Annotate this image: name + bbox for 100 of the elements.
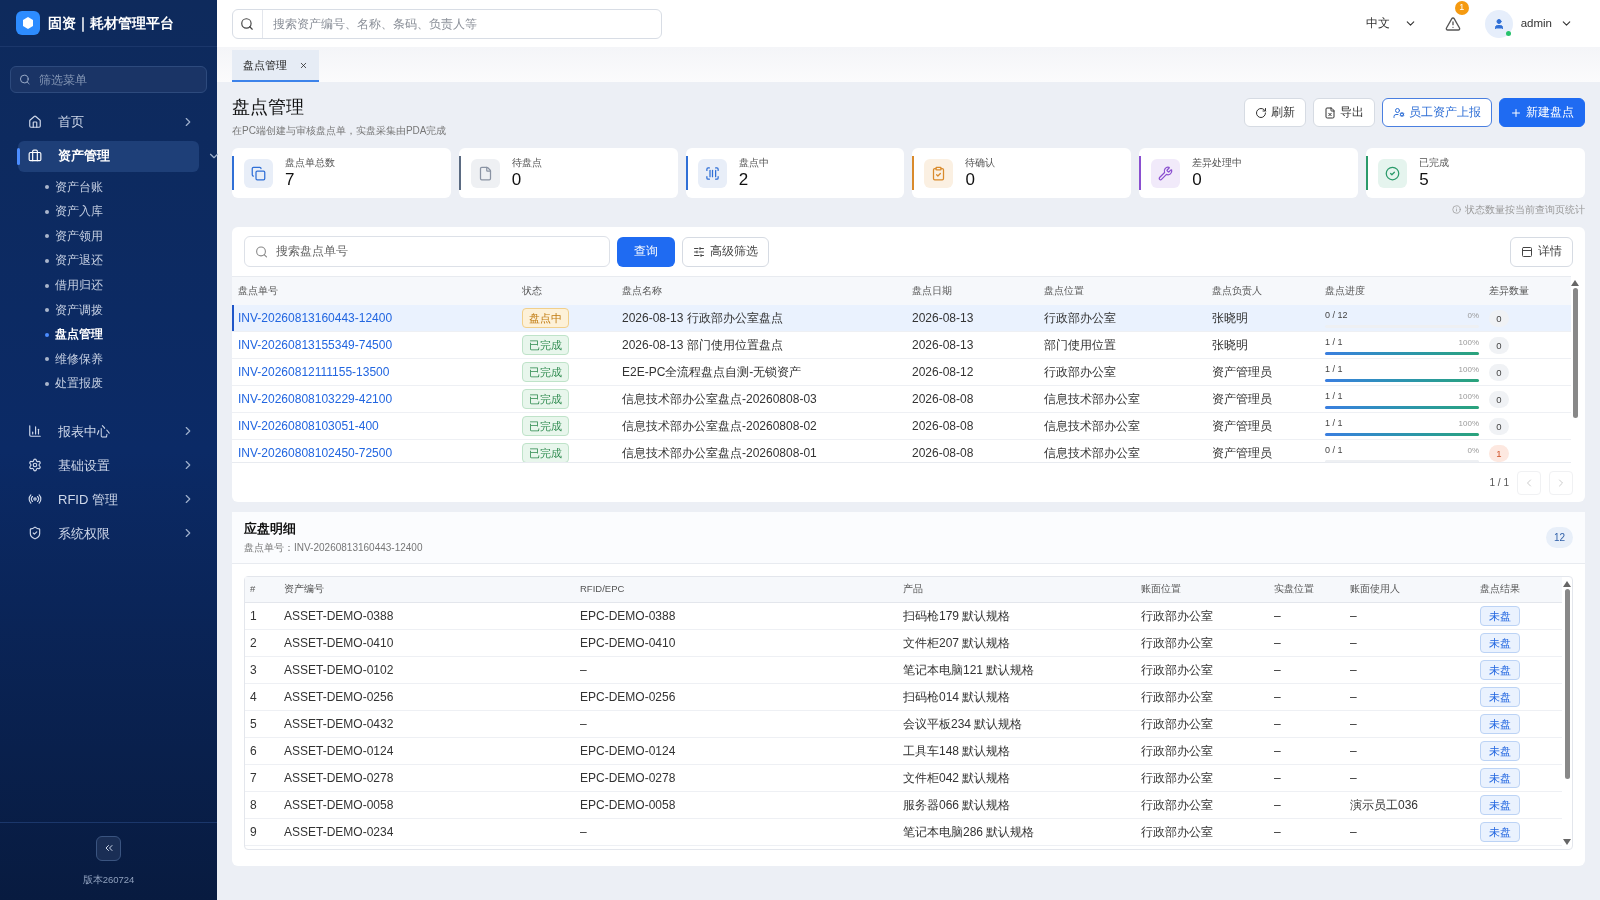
toolbar-button[interactable]: 刷新 <box>1244 98 1306 127</box>
menu-filter-bar[interactable]: 筛选菜单 <box>10 66 207 93</box>
user-icon <box>1492 17 1505 30</box>
refresh-icon <box>1255 106 1267 119</box>
table-cell-text: EPC-DEMO-0256 <box>580 689 677 706</box>
toolbar-button[interactable]: 新建盘点 <box>1499 98 1585 127</box>
table-cell-text: 行政部办公室 <box>1141 689 1214 706</box>
nav-subitem[interactable]: 处置报废 <box>45 371 217 397</box>
clipboard-icon <box>924 158 954 188</box>
collapse-button[interactable] <box>96 835 121 861</box>
table-cell-text: 2026-08-13 <box>912 337 975 354</box>
diff-count: 0 <box>1489 364 1509 382</box>
stat-value: 0 <box>511 170 523 188</box>
table-cell-text: 演示员工036 <box>1350 797 1420 814</box>
order-link[interactable]: INV-20260812111155-13500 <box>238 363 522 381</box>
column-header: 账面使用人 <box>1350 582 1401 597</box>
detail-button[interactable]: 详情 <box>1510 236 1573 267</box>
nav-item[interactable]: 系统权限 <box>18 517 199 549</box>
nav-item[interactable]: RFID 管理 <box>18 483 199 515</box>
table-cell-text: 2026-08-13 行政部办公室盘点 <box>622 310 784 327</box>
result-tag: 未盘 <box>1480 821 1520 843</box>
order-link[interactable]: INV-20260808103051-400 <box>238 417 522 435</box>
order-row[interactable]: INV-20260812111155-13500 已完成 E2E-PC全流程盘点自测-无锁资产 2026-08-12 行政部办公室 资产管理员 1 / 1 100% 0 <box>232 359 1571 386</box>
table-cell-text: 4 <box>250 689 258 706</box>
scroll-up-icon[interactable] <box>1571 280 1579 286</box>
toolbar-button[interactable]: 员工资产上报 <box>1382 98 1492 127</box>
order-link[interactable]: INV-20260808102450-72500 <box>238 444 522 462</box>
nav-subitem[interactable]: 资产台账 <box>45 175 217 200</box>
table-cell-text: ASSET-DEMO-0388 <box>284 608 395 625</box>
progress-percent: 100% <box>1458 363 1479 376</box>
stat-value: 7 <box>285 170 296 188</box>
stat-value: 5 <box>1419 170 1430 188</box>
nav-subitem[interactable]: 资产领用 <box>45 224 217 249</box>
column-header: RFID/EPC <box>580 582 626 597</box>
nav-subitem[interactable]: 借用归还 <box>45 273 217 298</box>
progress-percent: 0% <box>1467 309 1479 322</box>
shield-icon <box>28 526 42 541</box>
user-menu[interactable]: admin <box>1520 14 1573 33</box>
table-cell-text: 资产管理员 <box>1212 391 1273 408</box>
nav-item[interactable]: 基础设置 <box>18 449 199 481</box>
bar-chart-icon <box>28 424 42 439</box>
order-link[interactable]: INV-20260808103229-42100 <box>238 390 522 408</box>
column-header: 盘点进度 <box>1325 283 1366 298</box>
table-cell-text: 2026-08-13 部门使用位置盘点 <box>622 337 784 354</box>
table-cell-text: 7 <box>250 770 258 787</box>
table-cell-text: 行政部办公室 <box>1141 608 1214 625</box>
progress-count: 0 / 1 <box>1325 443 1343 457</box>
order-row[interactable]: INV-20260813155349-74500 已完成 2026-08-13 部门使用位置盘点 2026-08-13 部门使用位置 张晓明 1 / 1 100% 0 <box>232 332 1571 359</box>
nav-item[interactable]: 首页 <box>18 106 199 138</box>
status-tag: 已完成 <box>522 334 569 356</box>
menu-filter-field[interactable]: 筛选菜单 <box>38 70 198 89</box>
order-search-field[interactable]: 搜索盘点单号 <box>276 242 599 261</box>
scroll-up-icon[interactable] <box>1563 581 1571 587</box>
advanced-filter-button[interactable]: 高级筛选 <box>682 236 769 267</box>
query-button[interactable]: 查询 <box>617 236 675 267</box>
stat-label: 差异处理中 <box>1192 158 1243 168</box>
table-cell-text: – <box>580 716 588 733</box>
copy-icon <box>244 158 273 188</box>
user-avatar[interactable] <box>1484 9 1513 38</box>
close-icon[interactable] <box>299 60 308 70</box>
progress-count: 0 / 12 <box>1325 308 1348 322</box>
global-search-bar[interactable]: 搜索资产编号、名称、条码、负责人等 <box>232 8 662 39</box>
toolbar-button[interactable]: 导出 <box>1313 98 1375 127</box>
user-icon <box>1393 106 1405 119</box>
order-link[interactable]: INV-20260813155349-74500 <box>238 336 522 354</box>
order-row[interactable]: INV-20260808102450-72500 已完成 信息技术部办公室盘点-20260808-01 2026-08-08 信息技术部办公室 资产管理员 0 / 1 0% 1 <box>232 440 1571 462</box>
page-tab[interactable]: 盘点管理 <box>232 50 319 82</box>
table-cell-text: EPC-DEMO-0058 <box>580 797 677 814</box>
nav-item[interactable]: 报表中心 <box>18 415 199 447</box>
alert-button[interactable] <box>1444 15 1461 32</box>
column-header: 实盘位置 <box>1274 582 1315 597</box>
order-link[interactable]: INV-20260813160443-12400 <box>238 309 522 327</box>
nav-subitem[interactable]: 资产入库 <box>45 199 217 225</box>
diff-count: 1 <box>1489 445 1509 462</box>
nav-subitem[interactable]: 资产调拨 <box>45 297 217 323</box>
progress-percent: 100% <box>1458 417 1479 430</box>
app-title: 固资｜耗材管理平台 <box>48 13 174 34</box>
result-tag: 未盘 <box>1480 659 1520 681</box>
antenna-icon <box>28 492 42 507</box>
language-select[interactable]: 中文 <box>1365 14 1417 33</box>
scroll-down-icon[interactable] <box>1563 839 1571 845</box>
nav-subitem[interactable]: 维修保养 <box>45 347 217 372</box>
status-tag: 已完成 <box>522 361 569 383</box>
order-row[interactable]: INV-20260808103229-42100 已完成 信息技术部办公室盘点-20260808-03 2026-08-08 信息技术部办公室 资产管理员 1 / 1 100% 0 <box>232 386 1571 413</box>
search-icon <box>240 16 255 31</box>
table-cell-text: EPC-DEMO-0410 <box>580 635 677 652</box>
table-cell-text: 信息技术部办公室盘点-20260808-03 <box>622 391 818 408</box>
column-header: 盘点结果 <box>1480 582 1521 597</box>
plus-icon <box>1510 106 1522 119</box>
order-row[interactable]: INV-20260808103051-400 已完成 信息技术部办公室盘点-20260808-02 2026-08-08 信息技术部办公室 资产管理员 1 / 1 100% 0 <box>232 413 1571 440</box>
order-search-bar[interactable]: 搜索盘点单号 <box>244 236 610 267</box>
global-search-field[interactable]: 搜索资产编号、名称、条码、负责人等 <box>262 14 661 33</box>
table-cell-text: 会议平板234 默认规格 <box>903 716 1024 733</box>
page-subtitle: 在PC端创建与审核盘点单，实盘采集由PDA完成 <box>232 124 447 138</box>
table-cell-text: – <box>1274 824 1282 841</box>
nav-subitem[interactable]: 资产退还 <box>45 248 217 274</box>
table-cell-text: ASSET-DEMO-0410 <box>284 635 395 652</box>
order-row[interactable]: INV-20260813160443-12400 盘点中 2026-08-13 行政部办公室盘点 2026-08-13 行政部办公室 张晓明 0 / 12 0% 0 <box>232 305 1571 332</box>
table-cell-text: 行政部办公室 <box>1141 824 1214 841</box>
nav-subitem[interactable]: 盘点管理 <box>45 322 217 348</box>
